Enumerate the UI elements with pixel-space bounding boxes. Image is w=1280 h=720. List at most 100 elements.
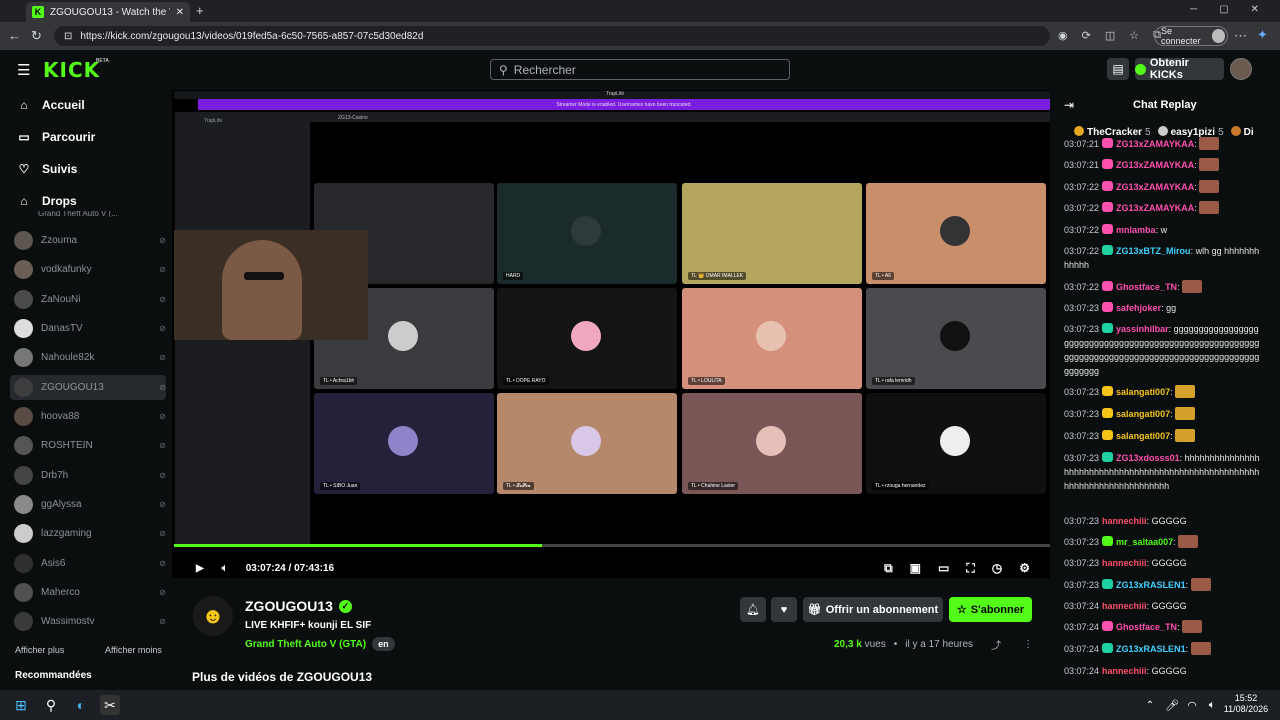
sidebar-channel[interactable]: Maherco ⊘ <box>10 580 166 605</box>
chat-username[interactable]: ZG13xRASLEN1 <box>1116 580 1186 590</box>
browser-tab[interactable]: K ZGOUGOU13 - Watch the VOD o ✕ <box>26 2 190 22</box>
close-tab-icon[interactable]: ✕ <box>176 7 184 18</box>
chat-username[interactable]: safehjoker <box>1116 303 1161 313</box>
speaker-icon[interactable]: 🔈︎ <box>1202 695 1222 715</box>
chat-username[interactable]: mnlamba <box>1116 225 1156 235</box>
edge-icon[interactable]: ◐ <box>71 695 91 715</box>
nav-browse[interactable]: ▭ Parcourir <box>18 130 95 144</box>
library-button[interactable]: ▤ <box>1107 58 1129 80</box>
subscribe-button[interactable]: ☆ S'abonner <box>949 597 1032 622</box>
user-avatar[interactable] <box>1230 58 1252 80</box>
favorites-icon[interactable]: ☆ <box>1129 29 1139 42</box>
sidebar-channel[interactable]: vodkafunky ⊘ <box>10 257 166 282</box>
chat-username[interactable]: hannechiii <box>1102 666 1147 676</box>
chat-username[interactable]: mr_saltaa007 <box>1116 537 1173 547</box>
sidebar-channel[interactable]: hoova88 ⊘ <box>10 404 166 429</box>
sidebar-channel[interactable]: ROSHTEIN ⊘ <box>10 433 166 458</box>
back-icon[interactable]: ← <box>8 28 21 43</box>
kick-logo[interactable]: KICK <box>43 58 100 82</box>
chat-username[interactable]: Ghostface_TN <box>1116 282 1177 292</box>
sidebar-channel[interactable]: Wassimostv ⊘ <box>10 609 166 634</box>
chat-username[interactable]: yassinhilbar <box>1116 324 1169 334</box>
search-input[interactable]: ⚲ Rechercher <box>490 59 790 80</box>
chat-username[interactable]: ZG13xZAMAYKAA <box>1116 160 1194 170</box>
show-less-link[interactable]: Afficher moins <box>105 645 162 655</box>
microphone-icon[interactable]: 🎤︎ <box>1162 695 1182 715</box>
maximize-icon[interactable]: ▢ <box>1219 4 1228 15</box>
offline-icon: ⊘ <box>159 441 166 450</box>
category-link[interactable]: Grand Theft Auto V (GTA) <box>245 639 366 650</box>
follow-button[interactable]: ♥ <box>771 597 797 622</box>
sidebar-channel-selected[interactable]: ZGOUGOU13 ⊘ <box>10 375 166 400</box>
tray-chevron-icon[interactable]: ⌃ <box>1140 695 1160 715</box>
nav-home[interactable]: ⌂ Accueil <box>18 98 84 112</box>
chat-username[interactable]: ZG13xZAMAYKAA <box>1116 182 1194 192</box>
chat-username[interactable]: ZG13xBTZ_Mirou <box>1116 246 1191 256</box>
wifi-icon[interactable]: ◠ <box>1182 695 1202 715</box>
sidebar-channel[interactable]: Nahoule82k ⊘ <box>10 345 166 370</box>
emote-icon <box>1178 535 1199 548</box>
channel-name[interactable]: ZGOUGOU13 <box>245 598 333 614</box>
chat-username[interactable]: hannechiii <box>1102 601 1147 611</box>
sidebar-channel[interactable]: DanasTV ⊘ <box>10 316 166 341</box>
refresh-extension-icon[interactable]: ⟳ <box>1082 29 1091 42</box>
windows-start-icon[interactable]: ⊞ <box>11 695 31 715</box>
copilot-icon[interactable]: ✦ <box>1257 27 1268 43</box>
hamburger-menu-icon[interactable]: ☰ <box>17 61 30 79</box>
language-badge[interactable]: en <box>372 637 395 651</box>
reload-icon[interactable]: ↻ <box>31 28 42 44</box>
minimize-icon[interactable]: ─ <box>1190 4 1197 15</box>
chat-username[interactable]: ZG13xdosss01 <box>1116 453 1180 463</box>
chat-username[interactable]: ZG13xRASLEN1 <box>1116 644 1186 654</box>
extension-icon[interactable]: ◉ <box>1058 29 1068 42</box>
clip-icon[interactable]: ⧉ <box>884 561 893 576</box>
theatre-icon[interactable]: ▣ <box>910 561 921 576</box>
more-options-icon[interactable]: ⋮ <box>1023 639 1033 650</box>
sub-badge-icon <box>1102 323 1114 333</box>
chat-username[interactable]: salangati007 <box>1116 431 1170 441</box>
nav-drops[interactable]: ⌂ Drops <box>18 194 76 208</box>
chat-username[interactable]: salangati007 <box>1116 409 1170 419</box>
video-progress-bar[interactable] <box>174 544 1050 547</box>
speed-icon[interactable]: ◷ <box>992 561 1002 576</box>
split-screen-icon[interactable]: ◫ <box>1105 29 1115 42</box>
capcut-icon[interactable]: ✂ <box>100 695 120 715</box>
fullscreen-icon[interactable]: ⛶ <box>966 561 974 576</box>
sub-badge-icon <box>1102 621 1114 631</box>
collapse-chat-icon[interactable]: ⇥ <box>1064 98 1074 112</box>
channel-avatar[interactable]: ☻ <box>193 596 233 636</box>
taskbar-search-icon[interactable]: ⚲ <box>41 695 61 715</box>
url-field[interactable]: ⊡ https://kick.com/zgougou13/videos/019f… <box>54 26 1050 46</box>
sidebar-channel[interactable]: Asis6 ⊘ <box>10 551 166 576</box>
gift-sub-button[interactable]: 🎁︎ Offrir un abonnement <box>803 597 943 622</box>
chat-username[interactable]: salangati007 <box>1116 387 1170 397</box>
sidebar-channel[interactable]: ggAlyssa ⊘ <box>10 492 166 517</box>
nav-following[interactable]: ♡ Suivis <box>18 162 78 176</box>
sign-in-button[interactable]: Se connecter <box>1154 26 1228 46</box>
share-icon[interactable]: ⤴ <box>991 637 1001 652</box>
channel-avatar <box>14 348 33 367</box>
volume-icon[interactable]: 🔈︎ <box>222 563 228 574</box>
get-kicks-button[interactable]: Obtenir KICKs <box>1135 57 1224 81</box>
tile-avatar <box>571 321 601 351</box>
sidebar-channel[interactable]: Drb7h ⊘ <box>10 463 166 488</box>
library-icon: ▤ <box>1112 62 1124 76</box>
chat-username[interactable]: hannechiii <box>1102 558 1147 568</box>
settings-icon[interactable]: ⚙ <box>1019 561 1030 576</box>
chat-username[interactable]: ZG13xZAMAYKAA <box>1116 203 1194 213</box>
chat-username[interactable]: hannechiii <box>1102 516 1147 526</box>
notification-button[interactable]: 🔔︎ <box>740 597 766 622</box>
sidebar-channel[interactable]: ZaNouNi ⊘ <box>10 287 166 312</box>
chat-username[interactable]: ZG13xZAMAYKAA <box>1116 139 1194 149</box>
close-window-icon[interactable]: ✕ <box>1251 4 1259 15</box>
taskbar-clock[interactable]: 15:52 11/08/2026 <box>1222 693 1270 715</box>
site-info-icon[interactable]: ⊡ <box>64 31 72 42</box>
play-icon[interactable]: ▶ <box>196 563 204 574</box>
sidebar-channel[interactable]: lazzgaming ⊘ <box>10 521 166 546</box>
chat-username[interactable]: Ghostface_TN <box>1116 622 1177 632</box>
sidebar-channel[interactable]: Zzouma ⊘ <box>10 228 166 253</box>
show-more-link[interactable]: Afficher plus <box>15 645 64 655</box>
more-menu-icon[interactable]: ⋯ <box>1234 28 1247 44</box>
miniplayer-icon[interactable]: ▭ <box>938 561 949 576</box>
new-tab-button[interactable]: + <box>196 3 204 18</box>
